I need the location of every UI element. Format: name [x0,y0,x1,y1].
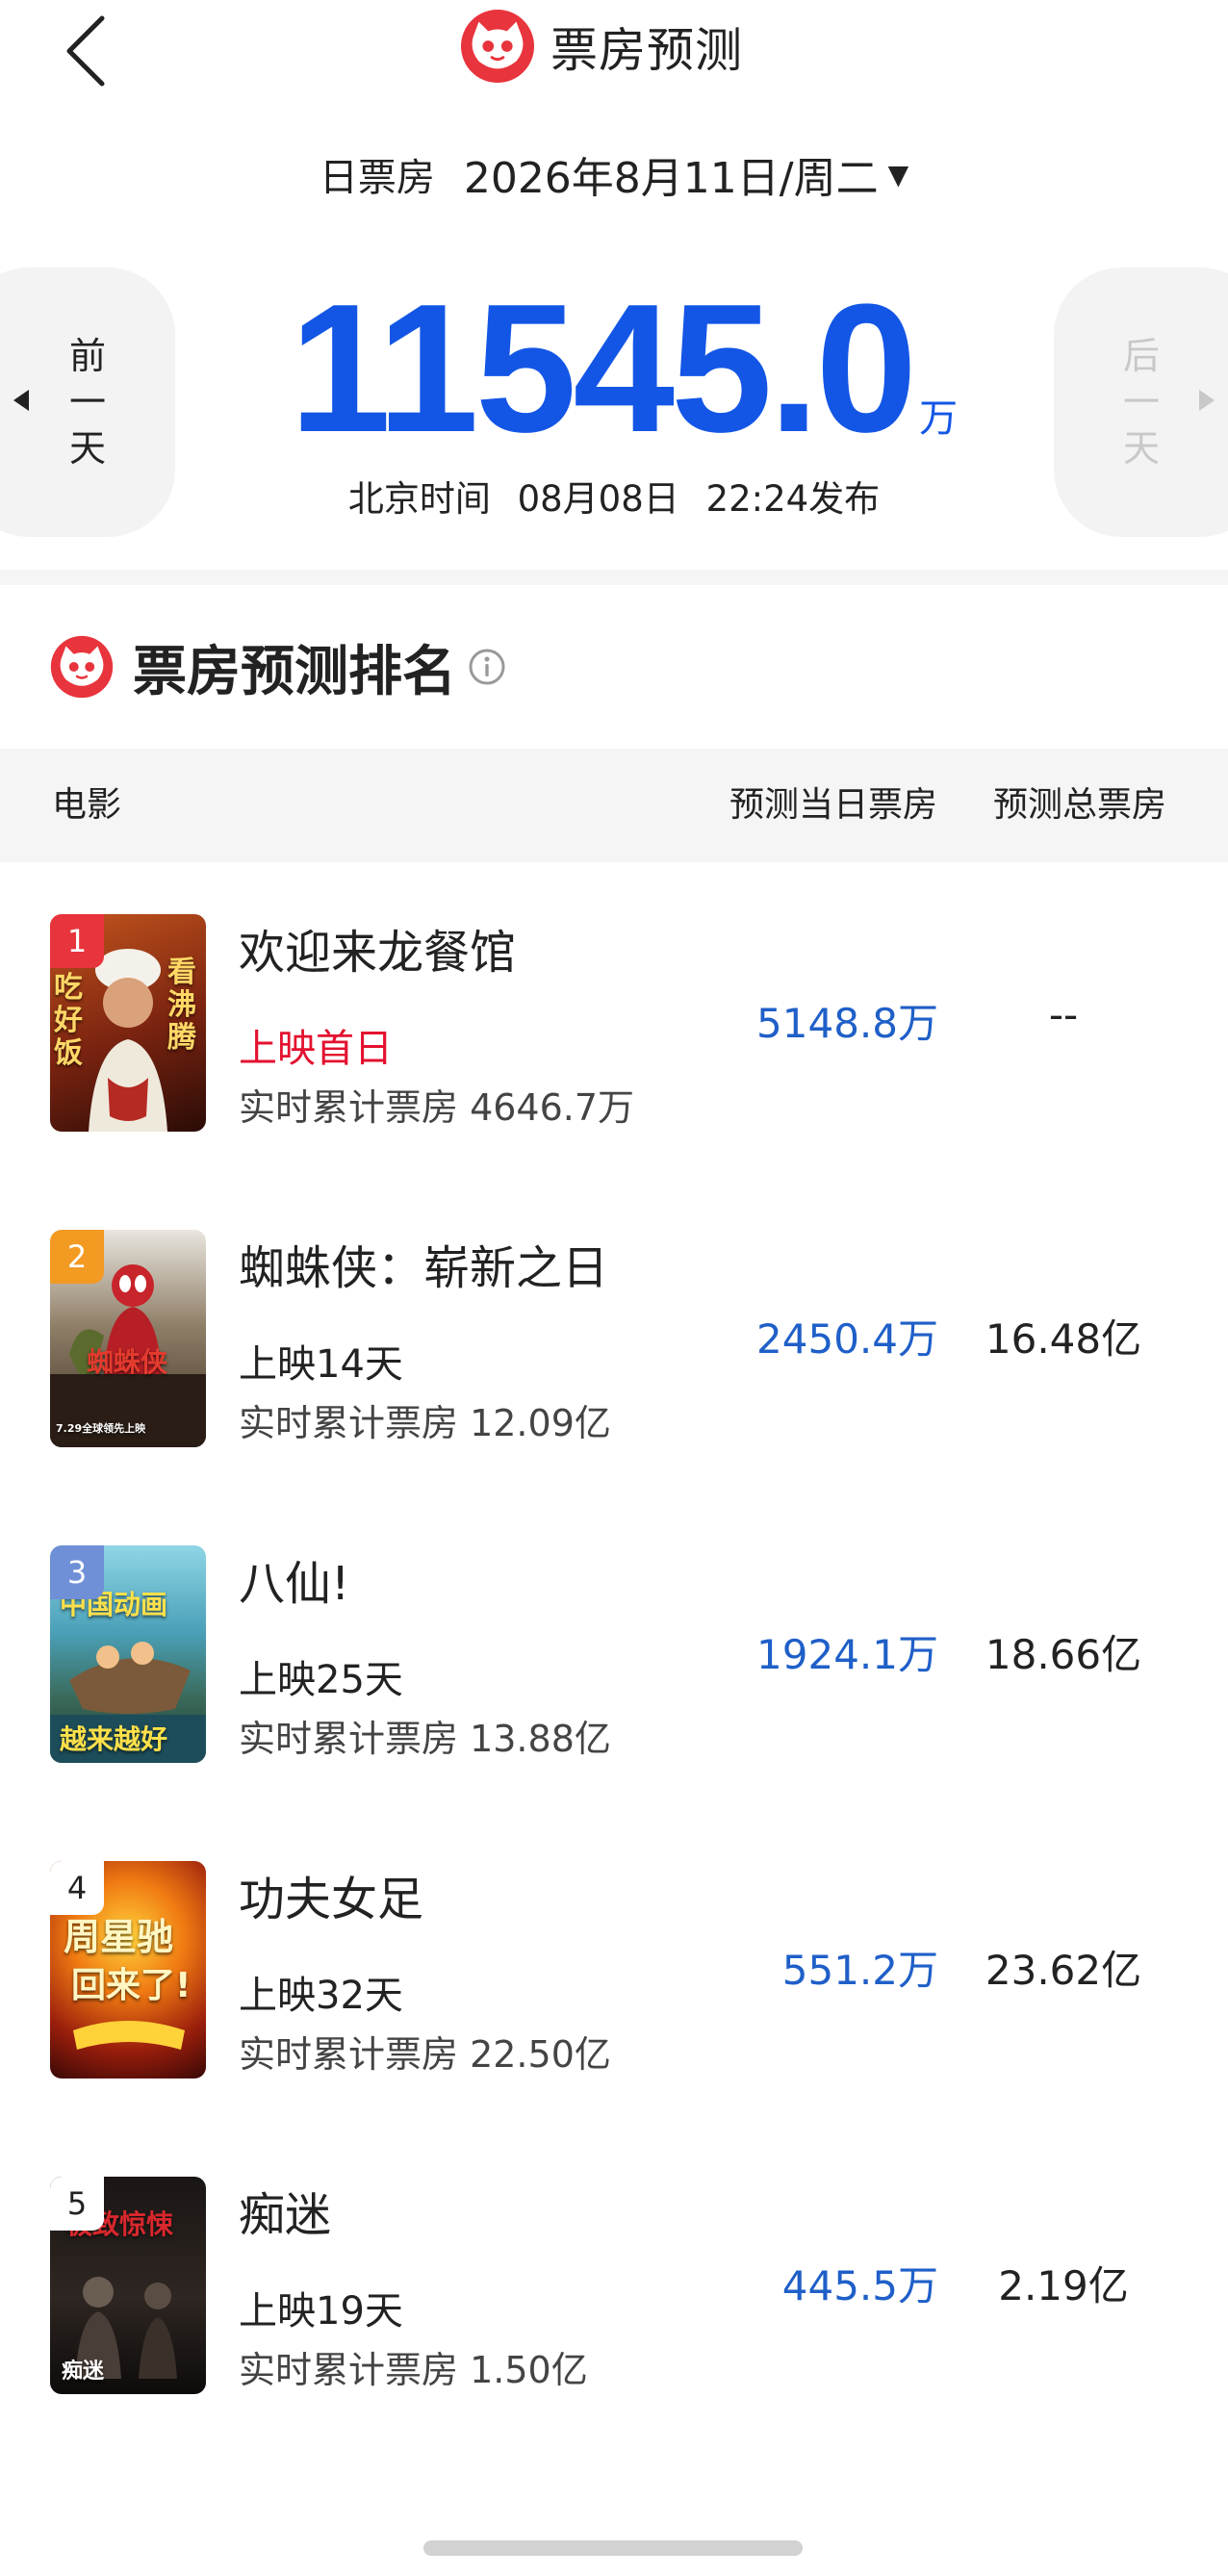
movie-poster[interactable]: 3 中国动画 越来越好 [50,1545,206,1763]
movie-cumulative: 实时累计票房 13.88亿 [239,1718,611,1760]
day-forecast-value: 1924.1万 [756,1631,938,1678]
total-forecast-value: 16.48亿 [985,1315,1142,1363]
publish-prefix: 北京时间 [347,478,491,520]
maoyan-cat-logo-icon [460,9,535,84]
column-header-day-forecast[interactable]: 预测当日票房 [729,749,937,862]
top-bar: 票房预测 [0,0,1228,106]
total-forecast-value: 23.62亿 [985,1947,1142,1994]
movie-name: 蜘蛛侠：崭新之日 [239,1241,609,1295]
poster-text-right: 越来越好 [60,1723,168,1755]
movie-row[interactable]: 3 中国动画 越来越好 八仙! 上映25天 实时累计票房 13.88亿 1924… [0,1545,1228,1767]
movie-status: 上映32天 [239,1974,403,2018]
total-forecast-value: 2.19亿 [998,2262,1129,2309]
movie-status: 上映首日 [239,1027,393,1071]
movie-row[interactable]: 4 周星驰 回来了! 功夫女足 上映32天 实时累计票房 22.50亿 551.… [0,1861,1228,2082]
info-icon[interactable] [468,648,506,686]
total-box-office-unit: 万 [919,396,959,441]
movie-status: 上映19天 [239,2289,403,2334]
movie-cumulative: 实时累计票房 22.50亿 [239,2033,611,2076]
movie-name: 痴迷 [239,2188,332,2242]
movie-name: 欢迎来龙餐馆 [239,926,517,980]
total-forecast-value: 18.66亿 [985,1631,1142,1678]
movie-poster[interactable]: 1 吃好饭 看沸腾 [50,914,206,1132]
maoyan-cat-logo-icon [50,635,114,699]
rank-badge: 4 [50,1861,104,1915]
column-header-movie: 电影 [52,785,122,825]
section-divider [0,570,1228,585]
column-header-total-forecast[interactable]: 预测总票房 [993,749,1166,862]
movie-cumulative: 实时累计票房 12.09亿 [239,1402,611,1444]
ranking-header: 票房预测排名 [50,630,506,703]
page-title: 票房预测 [550,22,744,78]
day-forecast-value: 551.2万 [781,1947,938,1994]
home-indicator[interactable] [423,2540,803,2556]
movie-poster[interactable]: 2 蜘蛛侠 7.29全球领先上映 [50,1230,206,1447]
poster-text-left: 吃好饭 [54,971,83,1070]
movie-poster[interactable]: 5 极致惊悚 痴迷 [50,2177,206,2394]
total-forecast-value: -- [1048,991,1079,1038]
caret-down-icon[interactable]: ▼ [888,159,909,191]
movie-status: 上映25天 [239,1658,403,1702]
rank-badge: 1 [50,914,104,968]
movie-cumulative: 实时累计票房 1.50亿 [239,2349,588,2391]
poster-text-right: 看沸腾 [167,956,196,1055]
poster-text-right: 7.29全球领先上映 [56,1422,146,1435]
movie-row[interactable]: 2 蜘蛛侠 7.29全球领先上映 蜘蛛侠：崭新之日 上映14天 实时累计票房 1… [0,1230,1228,1451]
chevron-left-icon [66,15,105,87]
movie-status: 上映14天 [239,1342,403,1387]
date-value[interactable]: 2026年8月11日/周二 [464,143,879,205]
total-box-office-value: 11545.0 [289,267,917,471]
back-button[interactable] [56,8,114,94]
day-forecast-value: 2450.4万 [756,1315,938,1363]
brand: 票房预测 [460,8,743,85]
movie-poster[interactable]: 4 周星驰 回来了! [50,1861,206,2079]
table-header: 电影 预测当日票房 预测总票房 [0,749,1228,862]
movie-row[interactable]: 1 吃好饭 看沸腾 欢迎来龙餐馆 上映首日 实时累计票房 4646.7万 514… [0,914,1228,1135]
rank-badge: 2 [50,1230,104,1284]
publish-time-value: 22:24发布 [705,478,881,520]
poster-text-right: 痴迷 [62,2359,105,2384]
day-forecast-value: 445.5万 [781,2262,938,2309]
date-selector[interactable]: 日票房 2026年8月11日/周二 ▼ [0,140,1228,209]
rank-badge: 5 [50,2177,104,2231]
rank-badge: 3 [50,1545,104,1599]
date-type-label: 日票房 [319,156,435,200]
movie-name: 八仙! [239,1557,350,1611]
publish-date: 08月08日 [517,478,679,520]
movie-name: 功夫女足 [239,1873,424,1926]
movie-row[interactable]: 5 极致惊悚 痴迷 痴迷 上映19天 实时累计票房 1.50亿 445.5万 2… [0,2177,1228,2398]
publish-time: 北京时间 08月08日 22:24发布 [0,470,1228,522]
total-box-office: 11545.0 万 [0,267,1228,471]
ranking-title: 票房预测排名 [133,640,456,703]
poster-text-left: 蜘蛛侠 [87,1346,168,1378]
day-forecast-value: 5148.8万 [756,1000,938,1047]
movie-cumulative: 实时累计票房 4646.7万 [239,1086,635,1129]
